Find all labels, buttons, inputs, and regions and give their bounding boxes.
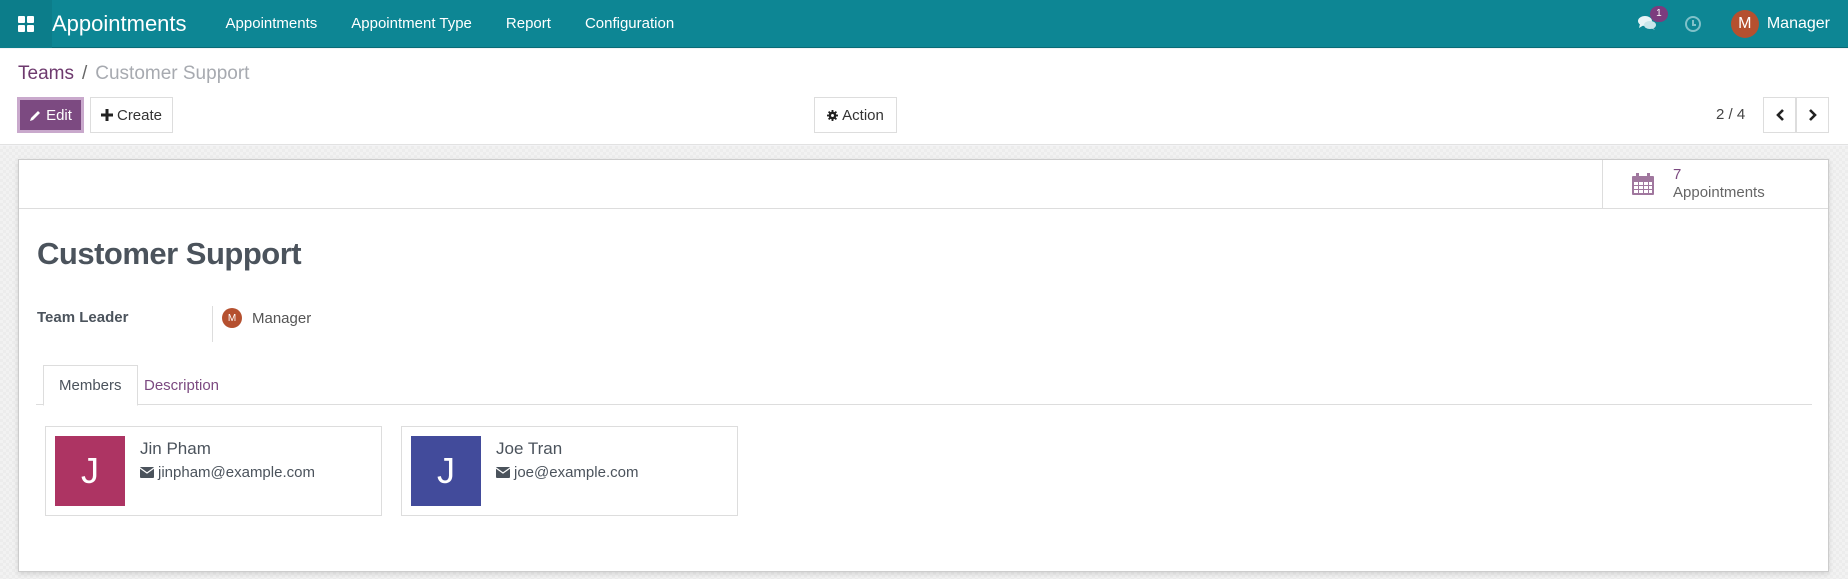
member-name: Joe Tran [496, 439, 563, 458]
member-email-row: jinpham@example.com [140, 464, 315, 481]
edit-label: Edit [46, 106, 72, 124]
chevron-right-icon [1808, 109, 1817, 121]
pager-previous-button[interactable] [1763, 97, 1796, 133]
member-card[interactable]: J Jin Pham jinpham@example.com [45, 426, 382, 516]
smart-button-box: 7 Appointments [19, 160, 1828, 209]
appointments-smart-button[interactable]: 7 Appointments [1602, 160, 1828, 208]
menu-configuration[interactable]: Configuration [585, 15, 674, 32]
messages-button[interactable]: 1 [1637, 6, 1668, 33]
plus-icon [100, 109, 113, 121]
create-label: Create [116, 106, 163, 124]
envelope-icon [140, 467, 154, 478]
tab-description[interactable]: Description [129, 365, 234, 405]
menu-report[interactable]: Report [506, 15, 551, 32]
app-title[interactable]: Appointments [52, 11, 187, 37]
user-avatar[interactable]: M [1730, 10, 1759, 38]
team-leader-avatar: M [222, 308, 242, 328]
user-menu[interactable]: Manager [1767, 15, 1830, 33]
member-email-row: joe@example.com [496, 464, 638, 481]
menu-appointment-type[interactable]: Appointment Type [351, 15, 472, 32]
pager-value[interactable]: 2 / 4 [1716, 106, 1745, 123]
tab-members[interactable]: Members [43, 365, 138, 406]
record-title: Customer Support [37, 236, 302, 271]
breadcrumb: Teams / Customer Support [18, 63, 249, 85]
pager-next-button[interactable] [1796, 97, 1829, 133]
member-name: Jin Pham [140, 439, 211, 458]
gear-icon [827, 109, 839, 121]
calendar-icon [1632, 173, 1654, 195]
breadcrumb-current: Customer Support [95, 63, 250, 84]
member-avatar: J [411, 436, 481, 506]
action-dropdown-button[interactable]: Action [814, 97, 897, 133]
activity-clock-icon[interactable] [1684, 16, 1701, 32]
breadcrumb-separator: / [81, 63, 88, 84]
team-leader-field[interactable]: M Manager [222, 308, 311, 328]
appointments-label: Appointments [1673, 184, 1765, 201]
apps-menu-button[interactable] [0, 0, 52, 48]
member-email: jinpham@example.com [158, 464, 315, 481]
field-divider [212, 306, 213, 342]
envelope-icon [496, 467, 510, 478]
control-panel: Teams / Customer Support Edit Create Act… [0, 49, 1848, 145]
apps-grid-icon [18, 15, 34, 32]
create-button[interactable]: Create [90, 97, 173, 133]
message-count-badge: 1 [1649, 6, 1668, 22]
notebook-tabs: Members Description [36, 365, 1812, 406]
breadcrumb-teams[interactable]: Teams [18, 63, 74, 85]
chevron-left-icon [1775, 109, 1784, 121]
member-email: joe@example.com [514, 464, 639, 481]
team-leader-label: Team Leader [37, 309, 129, 326]
action-label: Action [842, 106, 884, 124]
team-leader-name: Manager [252, 309, 312, 327]
member-card[interactable]: J Joe Tran joe@example.com [401, 426, 738, 516]
top-navbar: Appointments Appointments Appointment Ty… [0, 0, 1848, 48]
form-sheet: 7 Appointments Customer Support Team Lea… [18, 159, 1829, 572]
menu-appointments[interactable]: Appointments [226, 15, 318, 32]
edit-button[interactable]: Edit [17, 97, 84, 133]
appointments-count: 7 [1673, 166, 1682, 183]
member-avatar: J [55, 436, 125, 506]
pencil-icon [30, 110, 41, 121]
